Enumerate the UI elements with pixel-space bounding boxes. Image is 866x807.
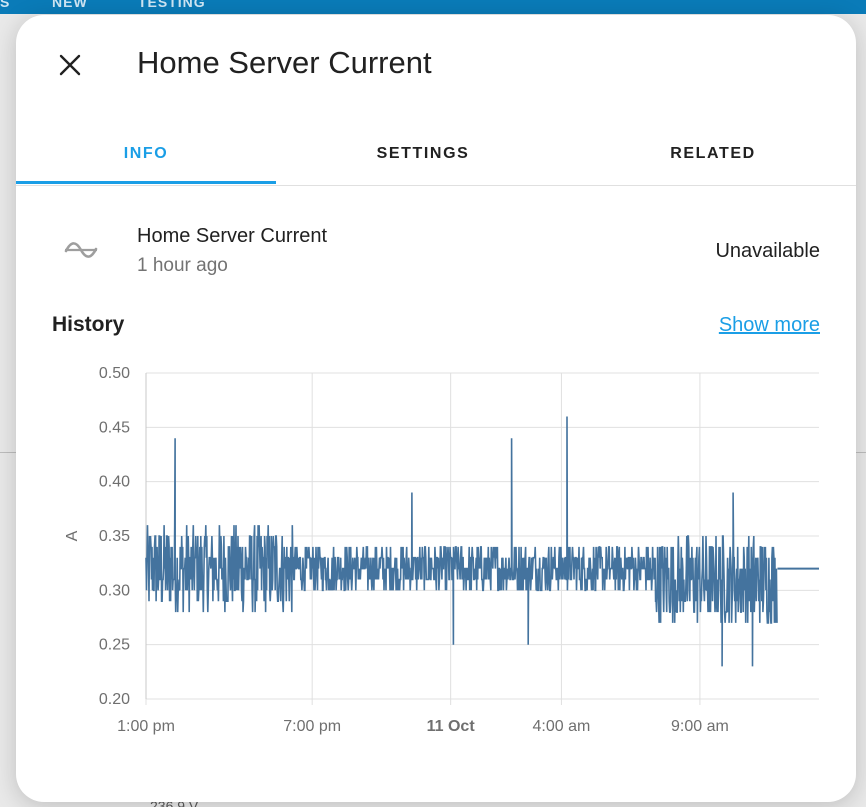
- background-tab: NEW: [52, 0, 88, 10]
- tab-settings[interactable]: SETTINGS: [293, 123, 553, 185]
- tab-related[interactable]: RELATED: [583, 123, 843, 185]
- more-info-dialog: Home Server Current INFO SETTINGS RELATE…: [16, 15, 856, 802]
- y-tick-label: 0.35: [99, 528, 130, 545]
- entity-name: Home Server Current: [137, 225, 328, 247]
- x-tick-label: 9:00 am: [671, 718, 729, 735]
- y-tick-label: 0.30: [99, 582, 130, 599]
- current-ac-icon: [64, 242, 98, 258]
- active-tab-indicator: [16, 181, 276, 184]
- background-tab: TESTING: [138, 0, 206, 10]
- y-axis-label: A: [64, 530, 81, 541]
- y-tick-label: 0.25: [99, 637, 130, 654]
- x-tick-label: 11 Oct: [427, 718, 476, 735]
- close-button[interactable]: [50, 45, 90, 85]
- y-tick-label: 0.50: [99, 365, 130, 382]
- background-app-header: S NEW TESTING: [0, 0, 866, 14]
- x-tick-label: 4:00 am: [533, 718, 591, 735]
- series-line: [145, 416, 778, 667]
- y-tick-label: 0.40: [99, 474, 130, 491]
- background-tab: S: [0, 0, 11, 10]
- y-tick-label: 0.45: [99, 419, 130, 436]
- dialog-tabs: INFO SETTINGS RELATED: [16, 123, 856, 186]
- y-tick-label: 0.20: [99, 691, 130, 708]
- entity-row[interactable]: Home Server Current 1 hour ago Unavailab…: [16, 215, 856, 285]
- close-icon: [59, 54, 81, 76]
- x-tick-label: 1:00 pm: [117, 718, 175, 735]
- tab-info[interactable]: INFO: [16, 123, 276, 185]
- history-chart[interactable]: 0.50 0.45 0.40 0.35 0.30 0.25 0.20 1:00 pm 7:00 …: [16, 355, 856, 775]
- show-more-link[interactable]: Show more: [719, 314, 820, 337]
- x-tick-label: 7:00 pm: [283, 718, 341, 735]
- entity-state: Unavailable: [715, 240, 820, 262]
- history-title: History: [52, 313, 125, 336]
- entity-last-changed: 1 hour ago: [137, 255, 228, 276]
- dialog-header: Home Server Current: [16, 15, 856, 115]
- dialog-title: Home Server Current: [137, 45, 432, 80]
